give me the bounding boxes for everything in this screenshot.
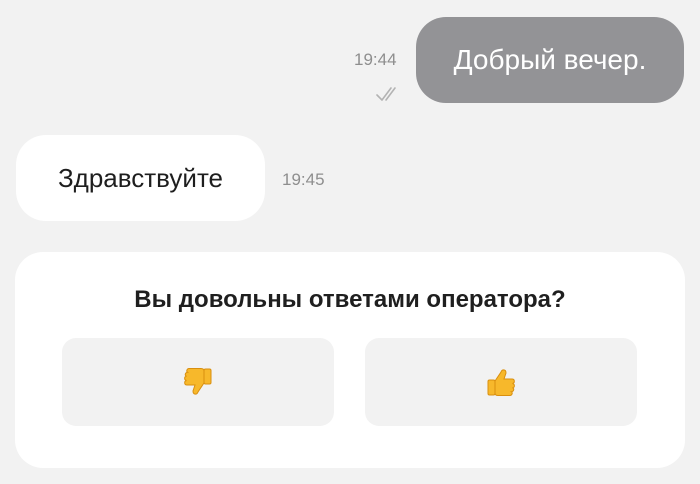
outgoing-message-bubble[interactable]: Добрый вечер.	[416, 17, 684, 103]
rating-question: Вы довольны ответами оператора?	[134, 286, 566, 313]
thumbs-up-icon	[487, 369, 515, 396]
outgoing-message-text: Добрый вечер.	[453, 44, 647, 75]
outgoing-message-time: 19:44	[354, 50, 397, 69]
thumbs-down-icon	[184, 368, 212, 395]
incoming-message-bubble[interactable]: Здравствуйте	[16, 135, 265, 221]
incoming-message-text: Здравствуйте	[57, 162, 224, 193]
like-button[interactable]	[365, 338, 637, 426]
chat-window: 19:44 Добрый вечер. Здравствуйте 19:45 В…	[0, 0, 700, 484]
dislike-button[interactable]	[62, 338, 334, 426]
incoming-message-time: 19:45	[282, 170, 325, 189]
double-check-icon	[376, 87, 396, 101]
operator-rating-card: Вы довольны ответами оператора?	[15, 252, 685, 468]
